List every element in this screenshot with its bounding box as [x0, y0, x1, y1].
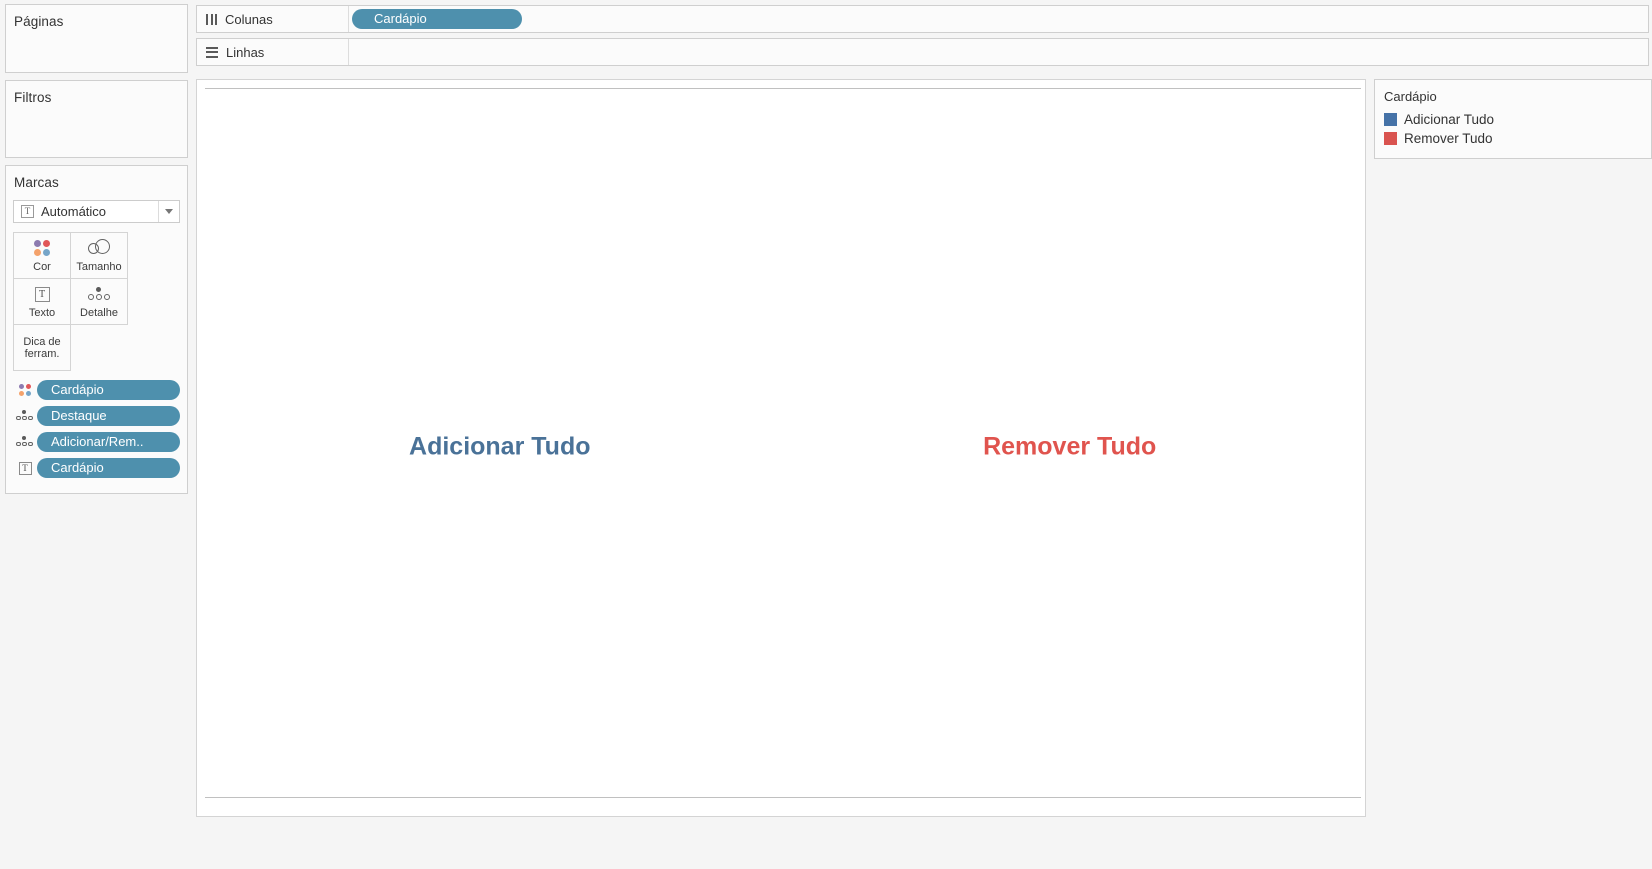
legend-label: Adicionar Tudo [1404, 112, 1495, 127]
marks-tooltip-button[interactable]: Dica de ferram. [13, 324, 71, 371]
detail-dots-icon [87, 284, 111, 304]
shelves-area: Colunas Cardápio Linhas [193, 0, 1652, 74]
marks-size-label: Tamanho [76, 261, 122, 273]
text-t-icon: T [21, 205, 34, 218]
legend-item-adicionar-tudo[interactable]: Adicionar Tudo [1384, 110, 1651, 129]
size-circles-icon [88, 238, 110, 258]
marks-button-grid: Cor Tamanho T Texto Detalhe Dica de ferr… [6, 223, 187, 371]
filters-card-title: Filtros [14, 90, 52, 105]
color-legend: Cardápio Adicionar Tudo Remover Tudo [1374, 79, 1652, 159]
marks-pill-row[interactable]: T Cardápio [13, 458, 180, 478]
marks-pill-adicionar-remover[interactable]: Adicionar/Rem.. [37, 432, 180, 452]
columns-shelf-content[interactable]: Cardápio [349, 9, 1648, 29]
marks-pill-list: Cardápio Destaque Adicionar/Rem.. T Card… [6, 370, 187, 478]
marks-tooltip-label-line1: Dica de [23, 335, 61, 348]
legend-label: Remover Tudo [1404, 131, 1493, 146]
marks-detail-button[interactable]: Detalhe [70, 278, 128, 325]
marks-size-button[interactable]: Tamanho [70, 232, 128, 279]
legend-swatch [1384, 132, 1397, 145]
marks-color-label: Cor [33, 261, 51, 273]
marks-detail-label: Detalhe [80, 307, 118, 319]
marks-card-title: Marcas [14, 175, 59, 190]
filters-card[interactable]: Filtros [5, 80, 188, 158]
columns-shelf-label-box: Colunas [197, 6, 349, 32]
view-canvas[interactable]: Adicionar Tudo Remover Tudo [205, 88, 1361, 798]
marks-text-label: Texto [28, 307, 56, 319]
marks-tooltip-label-line2: ferram. [24, 347, 60, 360]
marks-card: Marcas T Automático Cor Tamanho T Texto … [5, 165, 188, 494]
mark-type-row: T Automático [6, 190, 187, 223]
legend-items: Adicionar Tudo Remover Tudo [1375, 104, 1651, 148]
worksheet-view[interactable]: Adicionar Tudo Remover Tudo [196, 79, 1366, 817]
marks-color-button[interactable]: Cor [13, 232, 71, 279]
pages-card-title: Páginas [14, 14, 64, 29]
marks-pill-cardapio-color[interactable]: Cardápio [37, 380, 180, 400]
color-dots-icon [34, 238, 50, 258]
chevron-down-icon[interactable] [158, 201, 179, 222]
columns-shelf-label: Colunas [225, 11, 273, 27]
pages-card: Páginas [5, 4, 188, 73]
rows-shelf[interactable]: Linhas [196, 38, 1649, 66]
text-t-icon: T [34, 284, 50, 304]
detail-dots-icon [13, 409, 37, 423]
marks-pill-row[interactable]: Adicionar/Rem.. [13, 432, 180, 452]
marks-pill-destaque[interactable]: Destaque [37, 406, 180, 426]
marks-text-button[interactable]: T Texto [13, 278, 71, 325]
mark-type-dropdown[interactable]: T Automático [13, 200, 180, 223]
legend-title: Cardápio [1384, 89, 1437, 104]
left-sidebar: Páginas Filtros Marcas T Automático Cor … [0, 0, 193, 869]
columns-icon [206, 13, 217, 25]
marks-pill-row[interactable]: Destaque [13, 406, 180, 426]
rows-icon [206, 46, 218, 58]
marks-pill-row[interactable]: Cardápio [13, 380, 180, 400]
columns-pill-cardapio[interactable]: Cardápio [352, 9, 522, 29]
text-t-icon: T [13, 461, 37, 475]
color-dots-icon [13, 384, 37, 396]
mark-type-label: Automático [41, 204, 107, 219]
marks-pill-cardapio-text[interactable]: Cardápio [37, 458, 180, 478]
columns-shelf[interactable]: Colunas Cardápio [196, 5, 1649, 33]
detail-dots-icon [13, 435, 37, 449]
legend-item-remover-tudo[interactable]: Remover Tudo [1384, 129, 1651, 148]
rows-shelf-label-box: Linhas [197, 39, 349, 65]
text-mark-adicionar-tudo[interactable]: Adicionar Tudo [409, 432, 590, 461]
legend-swatch [1384, 113, 1397, 126]
text-mark-remover-tudo[interactable]: Remover Tudo [983, 432, 1156, 461]
rows-shelf-label: Linhas [226, 44, 265, 60]
